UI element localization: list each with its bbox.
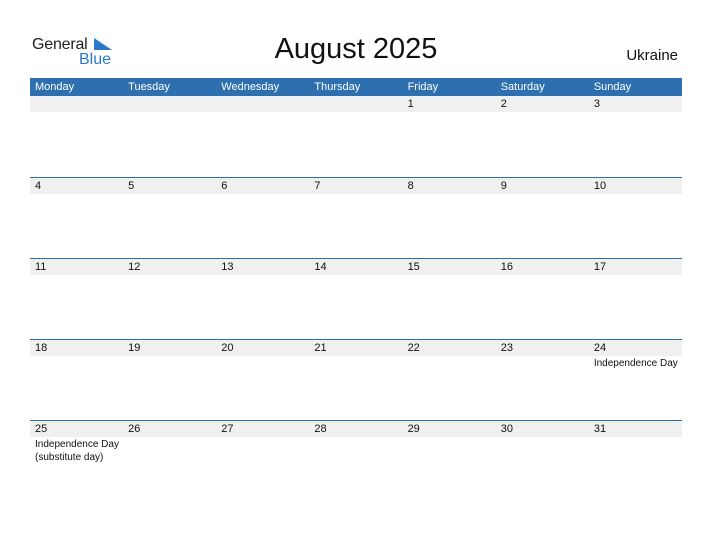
calendar-grid: Monday Tuesday Wednesday Thursday Friday…	[30, 78, 682, 501]
day-cell: 1	[403, 96, 496, 177]
day-number: 23	[500, 342, 513, 354]
day-number	[314, 96, 402, 112]
day-cell: 28	[309, 421, 402, 501]
weekday-sunday: Sunday	[593, 81, 632, 93]
day-cell: 13	[216, 259, 309, 339]
day-number: 9	[500, 180, 507, 192]
day-number: 21	[314, 342, 327, 354]
holiday-label: Independence Day	[593, 358, 678, 369]
day-number: 15	[407, 261, 420, 273]
day-number: 25	[35, 423, 48, 435]
day-cell: 11	[30, 259, 123, 339]
day-number: 20	[221, 342, 234, 354]
day-cell: 31	[589, 421, 682, 501]
day-cell: 14	[309, 259, 402, 339]
day-number: 16	[500, 261, 513, 273]
week-cells: 1 2 3	[30, 96, 682, 177]
day-cell	[123, 96, 216, 177]
week-cells: 4 5 6 7 8 9 10	[30, 178, 682, 258]
day-cell: 15	[403, 259, 496, 339]
day-number: 24	[593, 342, 607, 354]
day-cell: 16	[496, 259, 589, 339]
week-row: 4 5 6 7 8 9 10	[30, 177, 682, 258]
day-number: 2	[500, 98, 507, 110]
day-number: 28	[314, 423, 327, 435]
day-number: 19	[128, 342, 141, 354]
weekday-monday: Monday	[35, 81, 75, 93]
weekday-wednesday: Wednesday	[221, 81, 280, 93]
day-cell: 8	[403, 178, 496, 258]
day-number: 5	[128, 180, 135, 192]
week-row: 1 2 3	[30, 96, 682, 177]
day-cell: 23	[496, 340, 589, 420]
day-cell: 25 Independence Day (substitute day)	[30, 421, 123, 501]
day-number: 13	[221, 261, 234, 273]
day-number: 12	[128, 261, 141, 273]
weekday-saturday: Saturday	[500, 81, 545, 93]
day-cell: 24 Independence Day	[589, 340, 682, 420]
day-number: 3	[593, 98, 600, 110]
day-number: 11	[35, 261, 47, 273]
day-number: 14	[314, 261, 327, 273]
day-number	[35, 96, 123, 112]
weekday-friday: Friday	[407, 81, 439, 93]
weekday-header: Monday Tuesday Wednesday Thursday Friday…	[30, 78, 682, 96]
day-cell: 5	[123, 178, 216, 258]
weeks-container: 1 2 3 4 5 6 7 8 9 10 11 12 13 14 15 16 17 18 19 20 21 22 23 24 I…	[30, 96, 682, 501]
calendar-title: August 2025	[274, 33, 438, 65]
week-row: 18 19 20 21 22 23 24 Independence Day	[30, 339, 682, 420]
day-cell	[30, 96, 123, 177]
day-cell: 20	[216, 340, 309, 420]
week-cells: 18 19 20 21 22 23 24 Independence Day	[30, 340, 682, 420]
day-cell: 10	[589, 178, 682, 258]
day-cell: 6	[216, 178, 309, 258]
day-number: 6	[221, 180, 228, 192]
day-cell: 4	[30, 178, 123, 258]
day-number: 10	[593, 180, 607, 192]
day-cell: 18	[30, 340, 123, 420]
week-cells: 11 12 13 14 15 16 17	[30, 259, 682, 339]
day-number: 8	[407, 180, 414, 192]
day-cell: 22	[403, 340, 496, 420]
day-number: 26	[128, 423, 141, 435]
day-number: 31	[593, 423, 607, 435]
day-number: 18	[35, 342, 48, 354]
day-cell: 27	[216, 421, 309, 501]
day-cell: 17	[589, 259, 682, 339]
day-cell: 7	[309, 178, 402, 258]
week-row: 11 12 13 14 15 16 17	[30, 258, 682, 339]
day-cell: 2	[496, 96, 589, 177]
day-cell: 29	[403, 421, 496, 501]
day-number: 17	[593, 261, 607, 273]
day-cell: 12	[123, 259, 216, 339]
day-cell	[309, 96, 402, 177]
day-number: 30	[500, 423, 513, 435]
day-number	[221, 96, 309, 112]
day-cell: 30	[496, 421, 589, 501]
day-cell: 9	[496, 178, 589, 258]
day-cell: 26	[123, 421, 216, 501]
day-number: 7	[314, 180, 321, 192]
day-cell: 3	[589, 96, 682, 177]
day-cell	[216, 96, 309, 177]
day-number	[128, 96, 216, 112]
week-row: 25 Independence Day (substitute day) 26 27 28…	[30, 420, 682, 501]
day-number: 1	[407, 98, 414, 110]
day-number: 4	[35, 180, 42, 192]
weekday-thursday: Thursday	[314, 81, 361, 93]
day-cell: 19	[123, 340, 216, 420]
weekday-tuesday: Tuesday	[128, 81, 170, 93]
week-cells: 25 Independence Day (substitute day) 26 27 28…	[30, 421, 682, 501]
day-cell: 21	[309, 340, 402, 420]
day-number: 29	[407, 423, 420, 435]
day-number: 27	[221, 423, 234, 435]
country-label: Ukraine	[626, 47, 678, 64]
day-number: 22	[407, 342, 420, 354]
holiday-label: Independence Day (substitute day)	[35, 439, 119, 463]
